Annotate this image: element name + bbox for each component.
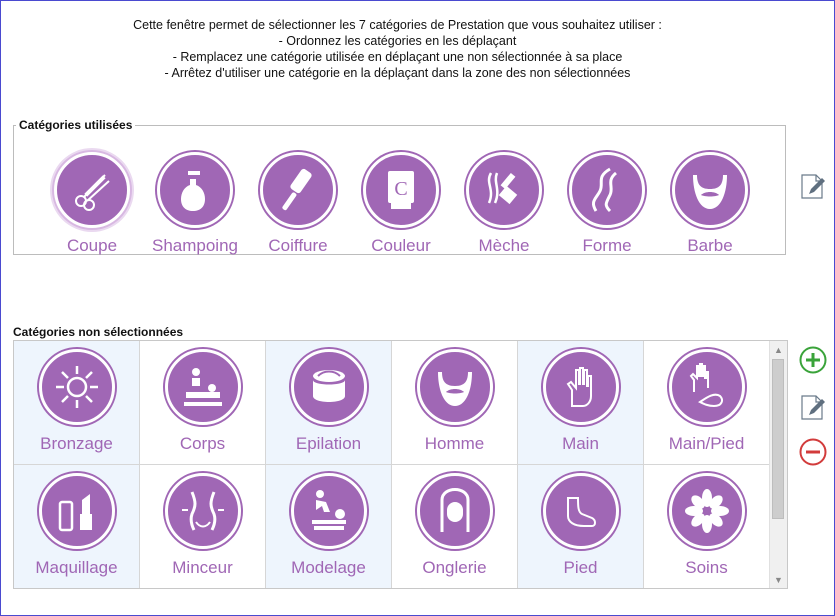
category-label: Modelage: [291, 558, 366, 577]
body-massage-icon: [183, 368, 222, 406]
category-badge: [260, 152, 336, 228]
category-badge: [164, 473, 241, 549]
wax-jar-icon: [312, 370, 345, 402]
category-badge: [38, 473, 115, 549]
category-label: Forme: [582, 236, 632, 255]
category-badge: [416, 349, 493, 425]
unselected-category-8[interactable]: Modelage: [266, 465, 392, 588]
svg-text:C: C: [394, 178, 407, 200]
edit-icon: [801, 395, 825, 420]
category-label: Pied: [563, 558, 598, 577]
used-categories-group: Catégories utilisées Coupe Shampoing Coiff…: [13, 118, 786, 255]
category-label: Bronzage: [40, 434, 113, 453]
foot-icon: [566, 497, 596, 527]
used-category-2[interactable]: Coiffure: [248, 152, 348, 256]
category-label: Maquillage: [35, 558, 118, 577]
category-badge: [164, 349, 241, 425]
instruction-line: Cette fenêtre permet de sélectionner les…: [133, 18, 662, 32]
category-label: Epilation: [295, 434, 362, 453]
edit-used-button[interactable]: [799, 172, 827, 200]
category-label: Homme: [424, 434, 485, 453]
highlight-brush-icon: [487, 172, 518, 205]
nail-icon: [440, 488, 469, 532]
category-label: Barbe: [687, 236, 733, 255]
used-category-3[interactable]: C Couleur: [351, 152, 451, 256]
minus-circle-icon: [799, 438, 827, 466]
category-badge: [668, 349, 745, 425]
category-badge: [38, 349, 115, 425]
unselected-category-2[interactable]: Epilation: [266, 341, 392, 465]
unselected-category-0[interactable]: Bronzage: [14, 341, 140, 465]
shampoo-bottle-icon: [181, 171, 205, 211]
flower-icon: [684, 489, 729, 533]
category-badge: [54, 152, 130, 228]
hand-foot-icon: [689, 363, 723, 408]
curl-icon: [592, 167, 618, 213]
beard-icon: [693, 175, 727, 209]
category-badge: [569, 152, 645, 228]
unselected-category-9[interactable]: Onglerie: [392, 465, 518, 588]
used-category-5[interactable]: Forme: [557, 152, 657, 256]
scroll-thumb[interactable]: [772, 359, 784, 519]
instruction-line: - Ordonnez les catégories en les déplaça…: [278, 34, 517, 48]
scroll-up-icon[interactable]: ▲: [770, 341, 787, 358]
category-label: Corps: [179, 434, 226, 453]
unselected-category-1[interactable]: Corps: [140, 341, 266, 465]
unselected-category-3[interactable]: Homme: [392, 341, 518, 465]
scissors-comb-icon: [75, 174, 110, 211]
category-badge: [466, 152, 542, 228]
add-button[interactable]: [799, 346, 827, 374]
category-label: Coiffure: [268, 236, 328, 255]
scroll-down-icon[interactable]: ▼: [770, 571, 787, 588]
category-badge: [157, 152, 233, 228]
hand-icon: [566, 367, 592, 407]
lipstick-icon: [58, 494, 92, 532]
category-badge: C: [363, 152, 439, 228]
category-badge: [672, 152, 748, 228]
category-label: Main/Pied: [668, 434, 745, 453]
instruction-line: - Arrêtez d'utiliser une catégorie en la…: [164, 66, 631, 80]
category-badge: [668, 473, 745, 549]
category-label: Soins: [685, 558, 728, 577]
massage-icon: [311, 490, 346, 530]
unselected-category-5[interactable]: Main/Pied: [644, 341, 770, 465]
unselected-categories-title: Catégories non sélectionnées: [13, 325, 184, 339]
category-badge: [542, 349, 619, 425]
category-badge: [416, 473, 493, 549]
category-label: Onglerie: [422, 558, 487, 577]
unselected-category-4[interactable]: Main: [518, 341, 644, 465]
unselected-categories-list[interactable]: Bronzage Corps Epilation Homme Main Main/Pied…: [13, 340, 788, 589]
waist-icon: [181, 491, 224, 531]
color-tube-icon: C: [388, 171, 414, 209]
used-category-1[interactable]: Shampoing: [145, 152, 245, 256]
plus-circle-icon: [799, 346, 827, 374]
category-label: Coupe: [66, 236, 118, 255]
edit-unselected-button[interactable]: [799, 393, 827, 421]
category-label: Couleur: [371, 236, 431, 255]
category-badge: [290, 349, 367, 425]
category-badge: [290, 473, 367, 549]
beard-icon: [437, 372, 472, 406]
unselected-category-10[interactable]: Pied: [518, 465, 644, 588]
category-label: Mèche: [478, 236, 530, 255]
unselected-category-11[interactable]: Soins: [644, 465, 770, 588]
sun-icon: [55, 366, 98, 408]
vertical-scrollbar[interactable]: ▲ ▼: [769, 341, 787, 588]
edit-icon: [801, 174, 825, 199]
used-categories-title: Catégories utilisées: [19, 118, 133, 132]
category-label: Shampoing: [151, 236, 238, 255]
instruction-line: - Remplacez une catégorie utilisée en dé…: [172, 50, 623, 64]
used-category-0[interactable]: Coupe: [42, 152, 142, 256]
unselected-category-7[interactable]: Minceur: [140, 465, 266, 588]
hairbrush-icon: [282, 168, 312, 211]
used-category-4[interactable]: Mèche: [454, 152, 554, 256]
remove-button[interactable]: [799, 438, 827, 466]
used-category-6[interactable]: Barbe: [660, 152, 760, 256]
category-label: Main: [562, 434, 599, 453]
unselected-category-6[interactable]: Maquillage: [14, 465, 140, 588]
category-badge: [542, 473, 619, 549]
category-label: Minceur: [172, 558, 233, 577]
instructions: Cette fenêtre permet de sélectionner les…: [1, 17, 794, 81]
